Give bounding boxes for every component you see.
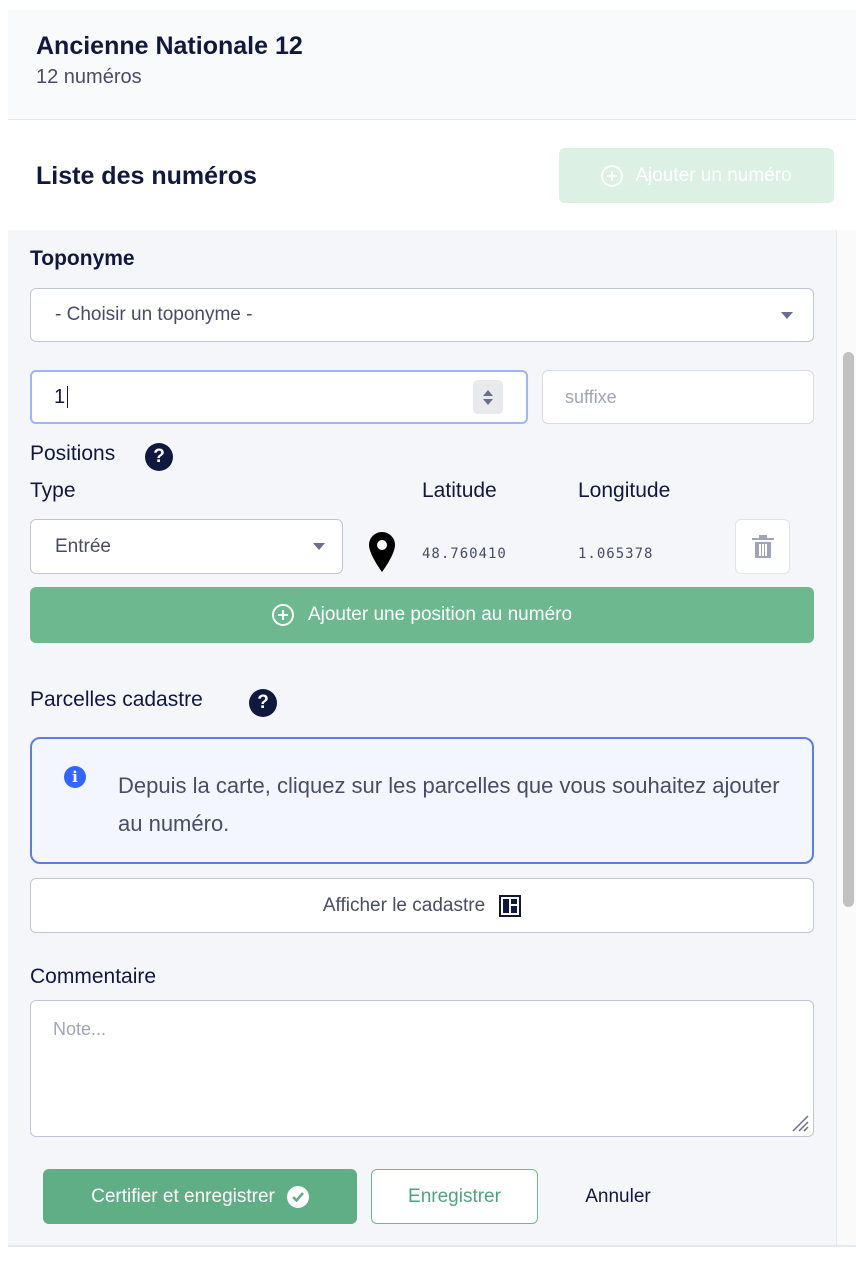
save-button[interactable]: Enregistrer: [371, 1169, 538, 1224]
position-type-select[interactable]: Entrée: [30, 519, 343, 574]
show-cadastre-label: Afficher le cadastre: [322, 894, 486, 916]
info-circle-icon: i: [64, 766, 86, 788]
plus-circle-icon: [271, 604, 294, 626]
comment-label: Commentaire: [30, 965, 157, 988]
scrollbar-thumb[interactable]: [843, 352, 854, 907]
comment-placeholder: Note...: [53, 1019, 107, 1039]
question-circle-icon[interactable]: ?: [145, 443, 173, 471]
cancel-button[interactable]: Annuler: [548, 1169, 688, 1224]
position-longitude: 1.065378: [578, 546, 654, 562]
number-input[interactable]: 1: [30, 370, 528, 424]
suffix-input[interactable]: suffixe: [542, 370, 814, 424]
plus-circle-icon: [601, 164, 624, 187]
show-cadastre-button[interactable]: Afficher le cadastre: [30, 878, 814, 933]
column-latitude-header: Latitude: [422, 479, 497, 502]
street-title: Ancienne Nationale 12: [36, 32, 303, 60]
certify-label: Certifier et enregistrer: [91, 1185, 275, 1207]
cadastre-info-message: Depuis la carte, cliquez sur les parcell…: [118, 773, 780, 836]
numbers-list-bar: Liste des numéros Ajouter un numéro: [8, 121, 856, 230]
chevron-down-icon: [313, 543, 325, 550]
resize-grip-icon[interactable]: [791, 1114, 809, 1132]
certify-and-save-button[interactable]: Certifier et enregistrer: [43, 1169, 357, 1224]
number-input-value: 1: [54, 385, 66, 408]
position-type-value: Entrée: [55, 535, 111, 557]
toponyme-select[interactable]: - Choisir un toponyme -: [30, 288, 814, 342]
add-number-label: Ajouter un numéro: [635, 164, 792, 186]
chevron-down-icon: [781, 312, 793, 319]
delete-position-button[interactable]: [735, 519, 790, 574]
comment-textarea[interactable]: Note...: [30, 1000, 814, 1137]
add-number-button[interactable]: Ajouter un numéro: [559, 148, 834, 203]
add-position-button[interactable]: Ajouter une position au numéro: [30, 587, 814, 643]
layout-panel-icon: [499, 894, 522, 917]
question-circle-icon[interactable]: ?: [249, 689, 277, 717]
footer-divider: [8, 1245, 856, 1263]
stepper-up-icon[interactable]: [483, 389, 493, 396]
add-position-label: Ajouter une position au numéro: [307, 604, 573, 625]
map-marker-icon[interactable]: [369, 532, 395, 577]
positions-label: Positions: [30, 442, 116, 465]
numbers-list-title: Liste des numéros: [36, 162, 257, 190]
number-stepper[interactable]: [473, 380, 503, 414]
suffix-placeholder: suffixe: [565, 386, 617, 407]
street-header: Ancienne Nationale 12 12 numéros: [8, 10, 856, 120]
parcelles-label: Parcelles cadastre: [30, 688, 203, 711]
cadastre-info-alert: i Depuis la carte, cliquez sur les parce…: [30, 737, 814, 864]
check-circle-icon: [286, 1185, 309, 1208]
stepper-down-icon[interactable]: [483, 398, 493, 405]
text-cursor: [67, 386, 69, 408]
column-longitude-header: Longitude: [578, 479, 671, 502]
toponyme-label: Toponyme: [30, 247, 135, 270]
trash-icon: [751, 534, 774, 558]
street-number-count: 12 numéros: [36, 66, 142, 88]
column-type-header: Type: [30, 479, 76, 502]
toponyme-selected-value: - Choisir un toponyme -: [55, 304, 253, 325]
position-latitude: 48.760410: [422, 546, 507, 562]
